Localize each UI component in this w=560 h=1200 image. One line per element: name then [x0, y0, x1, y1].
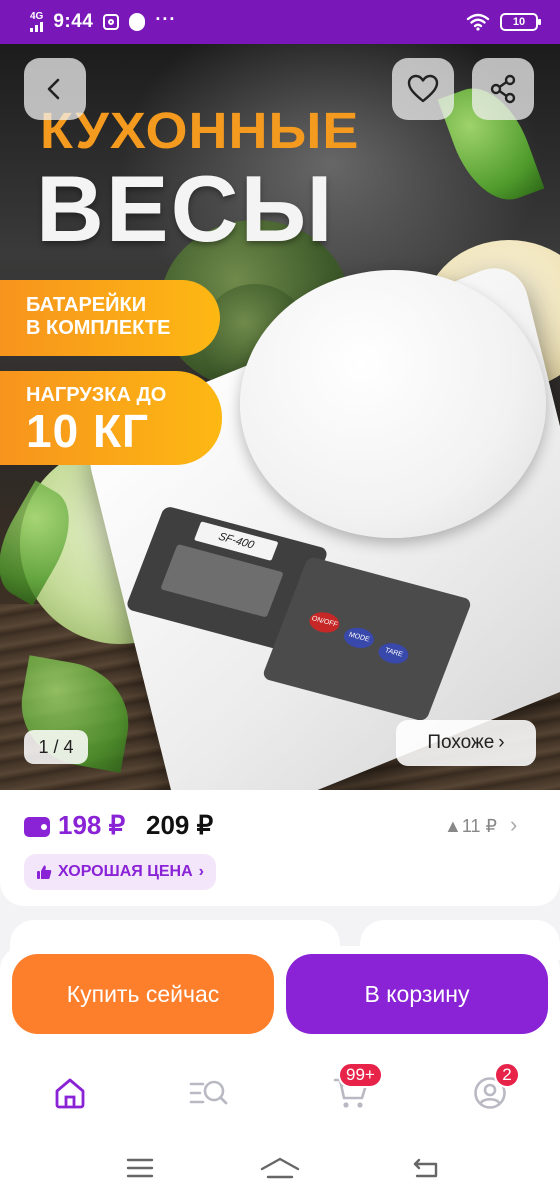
similar-label: Похоже: [427, 732, 495, 753]
signal-icon: 4G: [30, 12, 43, 32]
action-bar: Купить сейчас В корзину: [0, 946, 560, 1046]
scale-plate: [240, 270, 546, 538]
share-button[interactable]: [472, 58, 534, 120]
nav-home[interactable]: [47, 1070, 93, 1116]
wallet-icon: [24, 817, 50, 837]
wallet-price: 198 ₽: [58, 810, 126, 840]
heart-icon: [407, 74, 439, 103]
back-button[interactable]: [24, 58, 86, 120]
recents-button[interactable]: [120, 1152, 160, 1184]
chevron-right-icon: ›: [498, 732, 505, 753]
battery-level: 10: [512, 16, 526, 28]
product-page: 4G 9:44 ··· 10 SF-400 ON/OFF MODE TARE К…: [0, 0, 560, 1200]
thumbs-up-icon: [37, 865, 52, 879]
image-counter: 1 / 4: [24, 730, 88, 764]
badge1-line2: В КОМПЛЕКТЕ: [26, 317, 171, 339]
wifi-icon: [466, 13, 490, 31]
system-navigation-bar: [0, 1136, 560, 1200]
status-bar: 4G 9:44 ··· 10: [0, 0, 560, 44]
scale-key-mode: MODE: [340, 624, 378, 652]
network-type: 4G: [30, 11, 44, 22]
add-to-cart-button[interactable]: В корзину: [286, 954, 548, 1034]
instagram-notification-icon: [103, 14, 120, 30]
back-arrow-icon: [413, 1158, 438, 1178]
price-section: 198 ₽ 209 ₽ ▲11 ₽ › ХОРОШАЯ ЦЕНА ›: [0, 790, 560, 906]
bottom-navigation: 99+ 2: [0, 1046, 560, 1136]
share-icon: [490, 74, 516, 104]
home-system-button[interactable]: [260, 1152, 300, 1184]
max-load-badge: НАГРУЗКА ДО 10 КГ: [0, 371, 222, 465]
scale-key-tare: TARE: [375, 640, 412, 667]
hero-title-line1: КУХОННЫЕ: [40, 102, 360, 160]
chevron-right-icon: ›: [198, 863, 204, 880]
clock: 9:44: [53, 11, 94, 32]
buy-now-button[interactable]: Купить сейчас: [12, 954, 274, 1034]
batteries-included-badge: БАТАРЕЙКИ В КОМПЛЕКТЕ: [0, 280, 220, 356]
more-notifications-icon: ···: [155, 8, 177, 29]
good-price-label: ХОРОШАЯ ЦЕНА: [58, 863, 193, 880]
catalog-search-icon: [189, 1080, 228, 1105]
price-difference: ▲11 ₽: [444, 816, 497, 836]
chat-notification-icon: [129, 13, 146, 31]
status-right: 10: [466, 13, 541, 31]
badge1-line1: БАТАРЕЙКИ: [26, 294, 147, 316]
hero-title-line2: ВЕСЫ: [36, 156, 335, 261]
profile-notification-badge: 2: [494, 1062, 520, 1088]
good-price-badge[interactable]: ХОРОШАЯ ЦЕНА ›: [24, 854, 216, 890]
badge2-line2: 10 КГ: [26, 405, 150, 457]
cart-count-badge: 99+: [338, 1062, 383, 1088]
nav-catalog[interactable]: [186, 1070, 232, 1116]
badge2-line1: НАГРУЗКА ДО: [26, 384, 167, 406]
favorite-button[interactable]: [392, 58, 454, 120]
home-icon: [55, 1078, 85, 1109]
price-details-chevron-icon[interactable]: ›: [510, 812, 517, 838]
scale-key-onoff: ON/OFF: [306, 609, 343, 636]
regular-price: 209 ₽: [146, 810, 214, 840]
home-outline-icon: [260, 1157, 300, 1179]
product-gallery[interactable]: SF-400 ON/OFF MODE TARE КУХОННЫЕ ВЕСЫ БА…: [0, 44, 560, 790]
menu-icon: [126, 1158, 154, 1178]
similar-products-button[interactable]: Похоже ›: [396, 720, 536, 766]
status-left: 4G 9:44 ···: [30, 8, 177, 33]
battery-icon: 10: [500, 13, 541, 31]
chevron-left-icon: [47, 78, 60, 100]
back-system-button[interactable]: [406, 1152, 446, 1184]
